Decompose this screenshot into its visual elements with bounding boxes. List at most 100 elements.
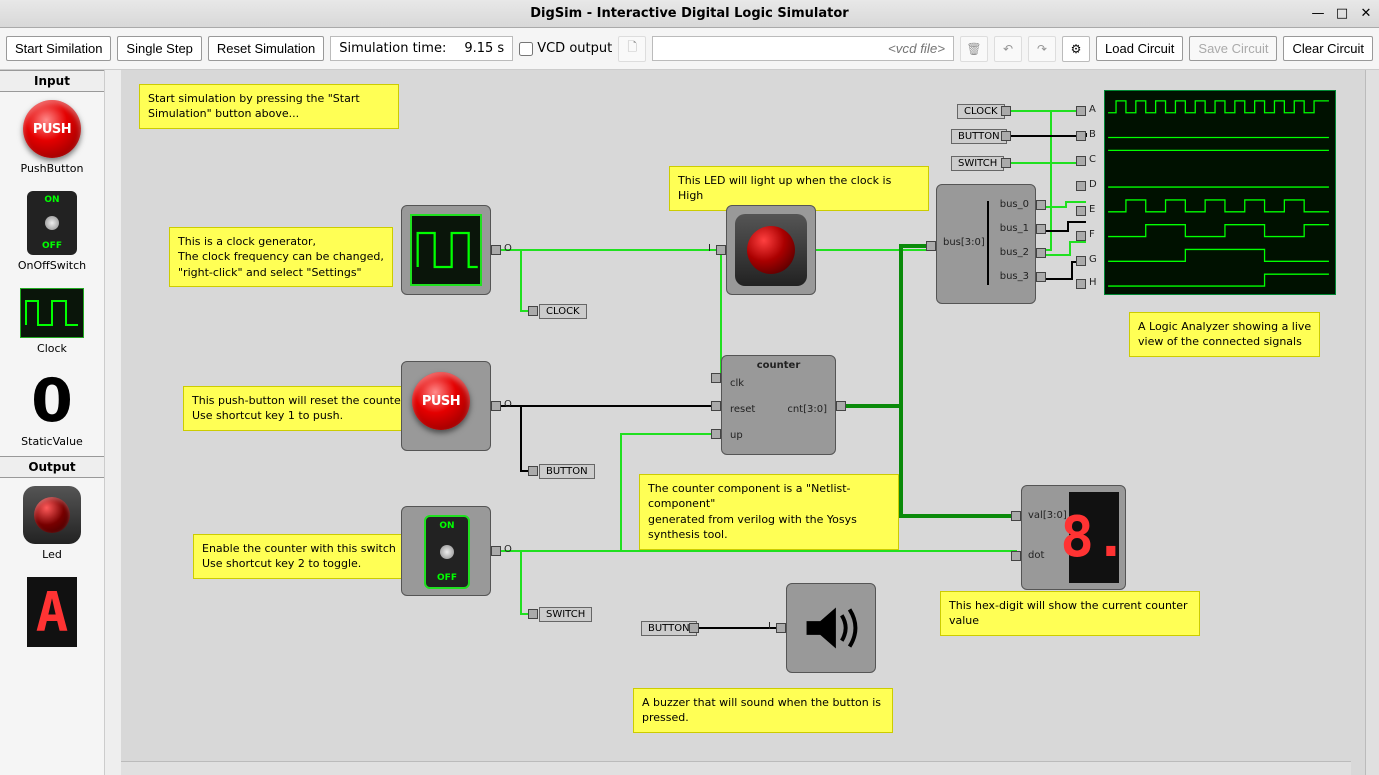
save-circuit-button[interactable]: Save Circuit [1189, 36, 1277, 61]
palette-led[interactable]: Led [0, 478, 104, 569]
button-tag-port[interactable] [528, 466, 538, 476]
simulation-time-display: Simulation time: 9.15 s [330, 36, 513, 61]
switch-port-out[interactable] [491, 546, 501, 556]
clock-port-out[interactable] [491, 245, 501, 255]
clock-icon [20, 288, 84, 338]
input-section-header: Input [0, 70, 104, 92]
clear-circuit-button[interactable]: Clear Circuit [1283, 36, 1373, 61]
bus2-label: bus_2 [1000, 247, 1029, 258]
scope-port-b[interactable] [1076, 131, 1086, 141]
switch-component[interactable]: ONOFF [401, 506, 491, 596]
maximize-icon[interactable]: □ [1335, 7, 1349, 21]
vertical-scrollbar[interactable] [1365, 70, 1379, 775]
button-tag[interactable]: BUTTON [539, 464, 595, 479]
hex-digit: 8. [1060, 505, 1127, 570]
bus-port-2[interactable] [1036, 248, 1046, 258]
minimize-icon[interactable]: — [1311, 7, 1325, 21]
bus-port-0[interactable] [1036, 200, 1046, 210]
redo-icon[interactable]: ↷ [1028, 36, 1056, 62]
hex-icon: A [27, 577, 77, 647]
scope-port-d[interactable] [1076, 181, 1086, 191]
led-component[interactable] [726, 205, 816, 295]
sim-time-value: 9.15 s [464, 41, 504, 56]
hex-port-val[interactable] [1011, 511, 1021, 521]
bus3-label: bus_3 [1000, 271, 1029, 282]
counter-port-reset[interactable] [711, 401, 721, 411]
reset-simulation-button[interactable]: Reset Simulation [208, 36, 324, 61]
logic-analyzer-component[interactable]: A B C D E F G H [1086, 90, 1336, 295]
clock-src-port[interactable] [1001, 106, 1011, 116]
bus-port-in[interactable] [926, 241, 936, 251]
undo-icon[interactable]: ↶ [994, 36, 1022, 62]
component-palette: Input PUSH PushButton ON OFF OnOffSwitch… [0, 70, 105, 775]
push-component[interactable]: PUSH [401, 361, 491, 451]
palette-staticvalue[interactable]: 0 StaticValue [0, 363, 104, 456]
hex-port-dot[interactable] [1011, 551, 1021, 561]
vcd-output-checkbox[interactable]: VCD output [519, 41, 612, 56]
horizontal-scrollbar[interactable] [121, 761, 1351, 775]
clock-src-tag[interactable]: CLOCK [957, 104, 1005, 119]
scope-port-a[interactable] [1076, 106, 1086, 116]
palette-hexdigit[interactable]: A [0, 569, 104, 655]
clock-tag-port[interactable] [528, 306, 538, 316]
switch-src-port[interactable] [1001, 158, 1011, 168]
new-file-icon[interactable]: 🗋 [618, 36, 646, 62]
bus-port-1[interactable] [1036, 224, 1046, 234]
led-icon [23, 486, 81, 544]
counter-cnt-label: cnt[3:0] [787, 404, 827, 415]
toolbar: Start Similation Single Step Reset Simul… [0, 28, 1379, 70]
switch-tag[interactable]: SWITCH [539, 607, 592, 622]
clock-tag[interactable]: CLOCK [539, 304, 587, 319]
zero-icon: 0 [31, 371, 73, 431]
bus-in-label: bus[3:0] [943, 237, 985, 248]
scope-port-c[interactable] [1076, 156, 1086, 166]
counter-port-up[interactable] [711, 429, 721, 439]
counter-component[interactable]: counter clk reset up cnt[3:0] [721, 355, 836, 455]
button-src-port[interactable] [1001, 131, 1011, 141]
switch-port-label: O [504, 544, 512, 555]
scope-port-f[interactable] [1076, 231, 1086, 241]
push-port-label: O [504, 399, 512, 410]
switch-tag-port[interactable] [528, 609, 538, 619]
circuit-canvas[interactable]: Start simulation by pressing the "Start … [121, 70, 1365, 775]
close-icon[interactable]: ✕ [1359, 7, 1373, 21]
clock-component[interactable] [401, 205, 491, 295]
push-port-out[interactable] [491, 401, 501, 411]
scope-port-g[interactable] [1076, 256, 1086, 266]
bus-splitter-component[interactable]: bus[3:0] bus_0 bus_1 bus_2 bus_3 [936, 184, 1036, 304]
window-titlebar: DigSim - Interactive Digital Logic Simul… [0, 0, 1379, 28]
note-buzzer-info: A buzzer that will sound when the button… [633, 688, 893, 733]
button-src-tag[interactable]: BUTTON [951, 129, 1007, 144]
palette-onoffswitch[interactable]: ON OFF OnOffSwitch [0, 183, 104, 280]
note-analyzer-info: A Logic Analyzer showing a live view of … [1129, 312, 1320, 357]
switch-src-tag[interactable]: SWITCH [951, 156, 1004, 171]
pushbutton-icon: PUSH [23, 100, 81, 158]
vcd-file-input[interactable] [652, 36, 954, 61]
note-clock-info: This is a clock generator, The clock fre… [169, 227, 393, 287]
palette-pushbutton[interactable]: PUSH PushButton [0, 92, 104, 183]
settings-gear-icon[interactable]: ⚙ [1062, 36, 1090, 62]
counter-clk-label: clk [730, 378, 744, 389]
scope-port-h[interactable] [1076, 279, 1086, 289]
buzzer-port-in[interactable] [776, 623, 786, 633]
delete-icon[interactable]: 🗑 [960, 36, 988, 62]
single-step-button[interactable]: Single Step [117, 36, 202, 61]
load-circuit-button[interactable]: Load Circuit [1096, 36, 1183, 61]
window-title: DigSim - Interactive Digital Logic Simul… [530, 6, 848, 21]
bus-port-3[interactable] [1036, 272, 1046, 282]
scope-port-e[interactable] [1076, 206, 1086, 216]
bus0-label: bus_0 [1000, 199, 1029, 210]
buzzer-component[interactable] [786, 583, 876, 673]
buzzer-button-port[interactable] [689, 623, 699, 633]
palette-clock[interactable]: Clock [0, 280, 104, 363]
counter-port-cnt[interactable] [836, 401, 846, 411]
led-port-in[interactable] [716, 245, 726, 255]
note-switch-info: Enable the counter with this switch Use … [193, 534, 405, 579]
start-simulation-button[interactable]: Start Similation [6, 36, 111, 61]
counter-port-clk[interactable] [711, 373, 721, 383]
note-hex-info: This hex-digit will show the current cou… [940, 591, 1200, 636]
vcd-output-input[interactable] [519, 42, 533, 56]
clock-port-label: O [504, 243, 512, 254]
led-port-label: I [708, 243, 711, 254]
hex-display-component[interactable]: val[3:0] dot 8. [1021, 485, 1126, 590]
